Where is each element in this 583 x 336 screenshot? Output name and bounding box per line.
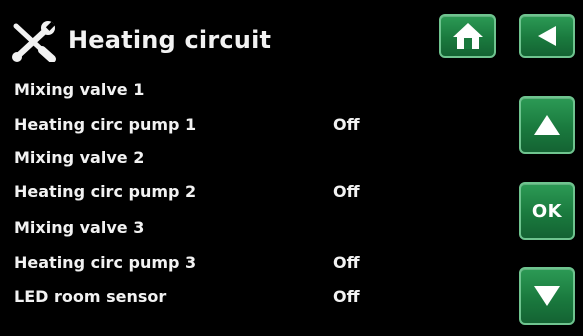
- down-arrow-icon: [532, 283, 562, 309]
- row-value: Off: [333, 287, 360, 306]
- row-label: Mixing valve 1: [14, 80, 145, 99]
- back-arrow-icon: [534, 23, 560, 49]
- home-button[interactable]: [439, 14, 496, 58]
- list-item[interactable]: Heating circ pump 1 Off: [14, 115, 360, 137]
- row-value: Off: [333, 115, 360, 134]
- tools-icon: [8, 20, 58, 63]
- row-label: Mixing valve 2: [14, 148, 145, 167]
- row-label: Heating circ pump 1: [14, 115, 197, 134]
- row-value: Off: [333, 182, 360, 201]
- row-label: Mixing valve 3: [14, 218, 145, 237]
- list-item[interactable]: Heating circ pump 2 Off: [14, 182, 360, 204]
- row-label: Heating circ pump 2: [14, 182, 197, 201]
- scroll-down-button[interactable]: [519, 267, 575, 325]
- up-arrow-icon: [532, 112, 562, 138]
- list-item[interactable]: Heating circ pump 3 Off: [14, 253, 360, 275]
- row-label: LED room sensor: [14, 287, 167, 306]
- scroll-up-button[interactable]: [519, 96, 575, 154]
- back-button[interactable]: [519, 14, 575, 58]
- list-item[interactable]: Mixing valve 3: [14, 218, 144, 240]
- list-item[interactable]: LED room sensor Off: [14, 287, 360, 309]
- ok-button[interactable]: OK: [519, 182, 575, 240]
- home-icon: [451, 21, 485, 51]
- ok-label: OK: [531, 200, 563, 222]
- row-value: Off: [333, 253, 360, 272]
- page-title: Heating circuit: [68, 26, 272, 54]
- list-item[interactable]: Mixing valve 1: [14, 80, 144, 102]
- list-item[interactable]: Mixing valve 2: [14, 148, 144, 170]
- row-label: Heating circ pump 3: [14, 253, 197, 272]
